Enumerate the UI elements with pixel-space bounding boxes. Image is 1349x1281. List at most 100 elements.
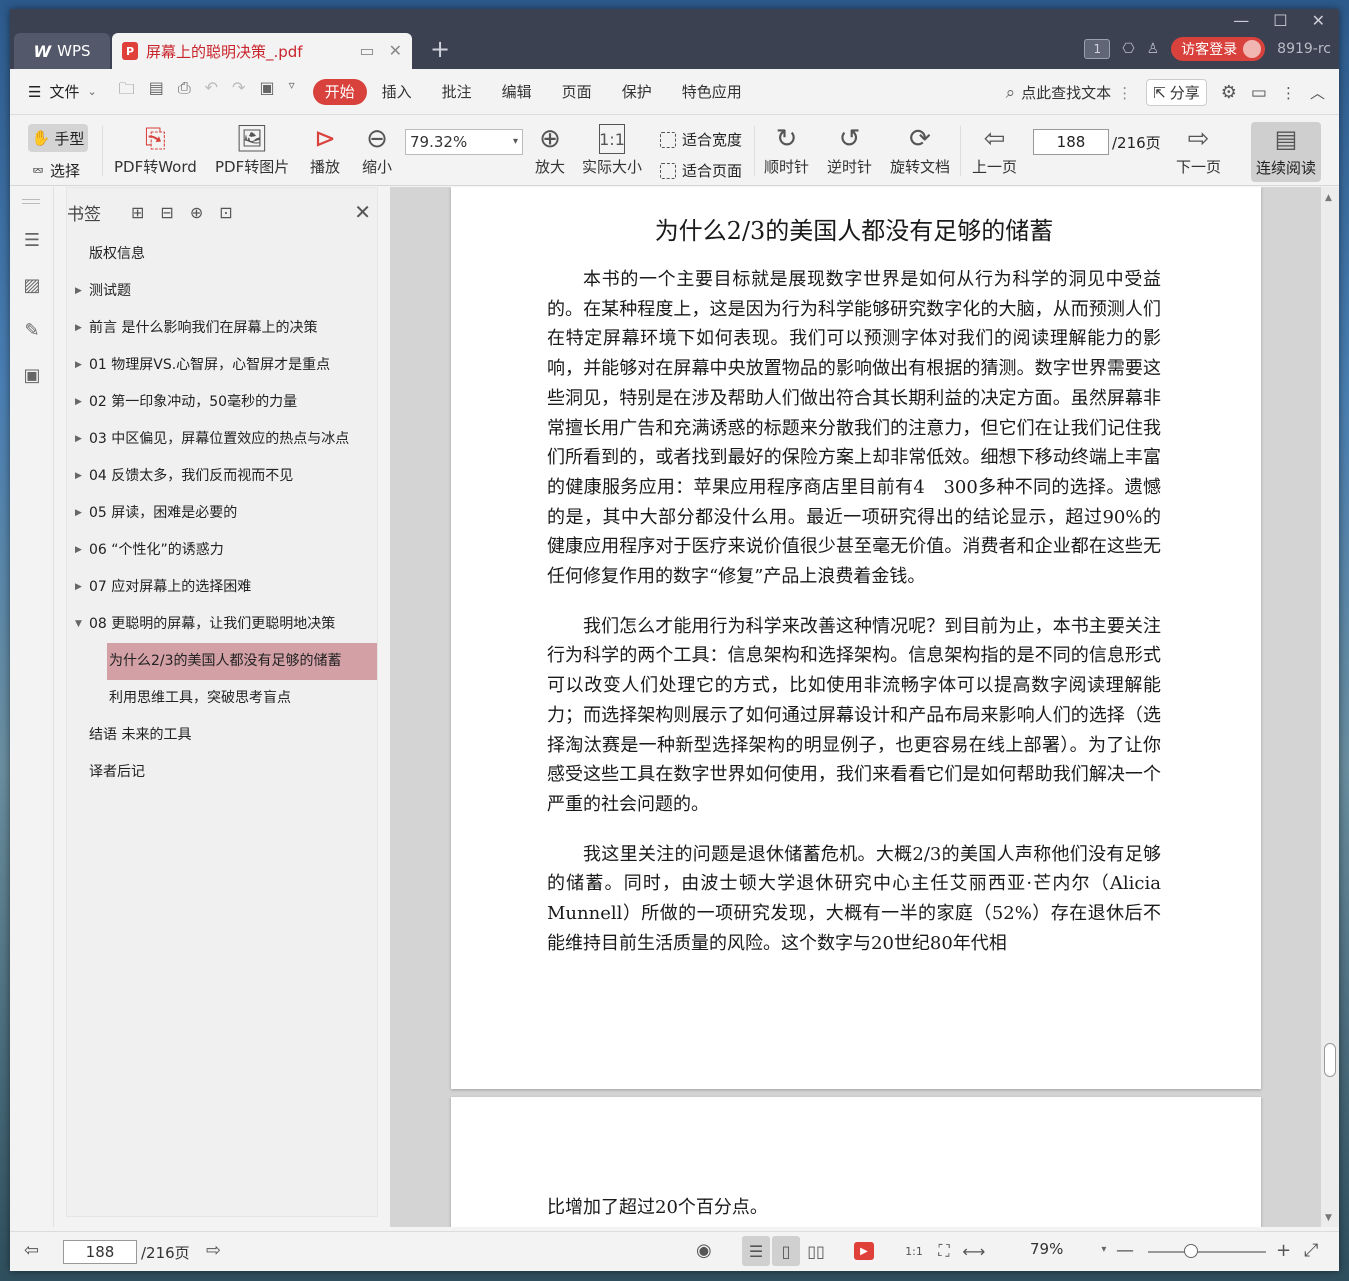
image-extract-icon[interactable]: ▣ <box>21 364 43 386</box>
expand-arrow-icon[interactable]: ▶ <box>75 458 85 495</box>
bookmark-item[interactable]: ▶ 06 “个性化”的诱惑力 <box>67 532 377 569</box>
fit-page-button[interactable]: 适合页面 <box>660 160 742 181</box>
guest-login-button[interactable]: 访客登录 <box>1171 37 1266 61</box>
tab-special[interactable]: 特色应用 <box>667 79 757 105</box>
next-page-button[interactable]: ⇨ 下一页 <box>1176 122 1221 177</box>
zoom-out-button[interactable]: ⊖ 缩小 <box>362 122 392 177</box>
bookmark-settings-icon[interactable]: ⊡ <box>219 203 232 222</box>
status-fit-width-button[interactable]: ⟷ <box>960 1236 988 1266</box>
print-icon[interactable]: ⎙ <box>178 78 191 105</box>
status-fit-page-button[interactable]: ⛶ <box>930 1236 958 1266</box>
tab-page[interactable]: 页面 <box>547 79 607 105</box>
maximize-icon[interactable]: ☐ <box>1273 11 1287 30</box>
continuous-read-button[interactable]: ▤ 连续阅读 <box>1251 122 1321 182</box>
bookmark-item[interactable]: ▼ 08 更聪明的屏幕，让我们更聪明地决策 <box>67 606 377 643</box>
zoom-in-button[interactable]: ⊕ 放大 <box>535 122 565 177</box>
page-number-input[interactable]: 188 <box>1033 129 1109 155</box>
bookmark-item[interactable]: ▶ 01 物理屏VS.心智屏，心智屏才是重点 <box>67 347 377 384</box>
view-continuous-button[interactable]: ☰ <box>742 1236 770 1266</box>
bookmark-item[interactable]: ▶ 02 第一印象冲动，50毫秒的力量 <box>67 384 377 421</box>
find-text-button[interactable]: ⌕ 点此查找文本 ⋮ <box>1006 82 1133 103</box>
pdf-to-image-button[interactable]: 🖼 PDF转图片 <box>215 122 289 177</box>
rotate-counter-clockwise-button[interactable]: ↺ 逆时针 <box>827 122 872 177</box>
redo-icon[interactable]: ↷ <box>232 78 245 105</box>
expand-arrow-icon[interactable]: ▶ <box>75 273 85 310</box>
scrollbar-thumb[interactable] <box>1324 1043 1336 1077</box>
tab-protect[interactable]: 保护 <box>607 79 667 105</box>
export-image-icon[interactable]: ▣ <box>259 78 274 105</box>
cloud-sync-icon[interactable]: ⎔ <box>1122 41 1134 57</box>
open-folder-icon[interactable]: 🗀 <box>119 78 135 105</box>
bookmark-list-icon[interactable]: ☰ <box>21 229 43 251</box>
hand-tool-button[interactable]: ✋ 手型 <box>28 124 88 152</box>
window-count-badge[interactable]: 1 <box>1084 39 1111 59</box>
save-icon[interactable]: ▤ <box>149 78 164 105</box>
status-zoom-out-button[interactable]: — <box>1116 1240 1134 1261</box>
scroll-up-icon[interactable]: ▲ <box>1325 193 1332 203</box>
status-zoom-in-button[interactable]: + <box>1276 1240 1291 1261</box>
bookmark-item[interactable]: 结语 未来的工具 <box>67 717 377 754</box>
close-panel-icon[interactable]: ✕ <box>354 200 371 224</box>
status-zoom-select[interactable]: 79% ▾ <box>1030 1240 1106 1258</box>
bookmark-item[interactable]: ▶ 05 屏读，困难是必要的 <box>67 495 377 532</box>
expand-arrow-icon[interactable]: ▶ <box>75 384 85 421</box>
bookmark-item[interactable]: 版权信息 <box>67 236 377 273</box>
zoom-level-select[interactable]: 79.32% ▾ <box>405 129 523 155</box>
close-window-icon[interactable]: ✕ <box>1312 11 1325 30</box>
expand-arrow-icon[interactable]: ▶ <box>75 532 85 569</box>
collapse-ribbon-icon[interactable]: ︿ <box>1310 82 1325 103</box>
expand-arrow-icon[interactable]: ▶ <box>75 495 85 532</box>
expand-arrow-icon[interactable]: ▶ <box>75 347 85 384</box>
expand-all-icon[interactable]: ⊞ <box>131 203 144 222</box>
fullscreen-button[interactable]: ⤢ <box>1304 1240 1318 1261</box>
tab-document[interactable]: P 屏幕上的聪明决策_.pdf ▭ ✕ <box>112 33 412 69</box>
expand-arrow-icon[interactable]: ▶ <box>75 310 85 347</box>
more-menu-icon[interactable]: ⋮ <box>1281 84 1296 102</box>
comment-icon[interactable]: ▭ <box>1251 83 1267 103</box>
pdf-to-word-button[interactable]: ⎘ PDF转Word <box>114 122 197 177</box>
undo-icon[interactable]: ↶ <box>205 78 218 105</box>
annotation-icon[interactable]: ✎ <box>21 319 43 341</box>
status-play-button[interactable]: ▶ <box>854 1242 874 1260</box>
tab-wps-home[interactable]: W WPS <box>14 33 110 69</box>
status-actual-size-button[interactable]: 1:1 <box>900 1236 928 1266</box>
bookmark-item[interactable]: ▶ 07 应对屏幕上的选择困难 <box>67 569 377 606</box>
bookmark-item-selected[interactable]: 为什么2/3的美国人都没有足够的储蓄 <box>107 643 377 680</box>
bookmark-item[interactable]: ▶ 04 反馈太多，我们反而视而不见 <box>67 458 377 495</box>
fit-width-button[interactable]: 适合宽度 <box>660 129 742 150</box>
more-quick-icon[interactable]: ▿ <box>289 78 295 105</box>
zoom-slider-knob[interactable] <box>1184 1244 1198 1258</box>
bookmark-item[interactable]: ▶ 测试题 <box>67 273 377 310</box>
close-tab-icon[interactable]: ✕ <box>389 41 402 60</box>
rotate-document-button[interactable]: ⟳ 旋转文档 <box>890 122 950 177</box>
gear-icon[interactable]: ⚙ <box>1221 82 1237 103</box>
vertical-scrollbar[interactable]: ▲ ▼ <box>1321 187 1339 1227</box>
status-page-input[interactable]: 188 <box>63 1240 137 1264</box>
collapse-arrow-icon[interactable]: ▼ <box>75 606 85 643</box>
new-tab-button[interactable]: + <box>430 37 450 61</box>
play-button[interactable]: ⊳ 播放 <box>310 122 340 177</box>
bookmark-item[interactable]: ▶ 03 中区偏见，屏幕位置效应的热点与冰点 <box>67 421 377 458</box>
bookmark-item[interactable]: 利用思维工具，突破思考盲点 <box>67 680 377 717</box>
tab-insert[interactable]: 插入 <box>367 79 427 105</box>
tab-annotate[interactable]: 批注 <box>427 79 487 105</box>
actual-size-button[interactable]: 1:1 实际大小 <box>582 122 642 177</box>
status-next-page-button[interactable]: ⇨ <box>206 1240 221 1261</box>
share-button[interactable]: ⇱ 分享 <box>1146 79 1207 106</box>
prev-page-button[interactable]: ⇦ 上一页 <box>972 122 1017 177</box>
add-bookmark-icon[interactable]: ⊕ <box>190 203 203 222</box>
view-double-page-button[interactable]: ▯▯ <box>802 1236 830 1266</box>
expand-arrow-icon[interactable]: ▶ <box>75 421 85 458</box>
status-prev-page-button[interactable]: ⇦ <box>24 1240 39 1261</box>
eye-protection-button[interactable]: ◉ <box>696 1240 712 1261</box>
zoom-slider[interactable] <box>1148 1244 1266 1258</box>
pin-tab-icon[interactable]: ▭ <box>359 41 374 60</box>
bookmark-item[interactable]: 译者后记 <box>67 754 377 791</box>
scroll-down-icon[interactable]: ▼ <box>1325 1213 1332 1223</box>
document-viewport[interactable]: 为什么2/3的美国人都没有足够的储蓄 本书的一个主要目标就是展现数字世界是如何从… <box>390 187 1339 1227</box>
tab-edit[interactable]: 编辑 <box>487 79 547 105</box>
select-tool-button[interactable]: ⮹ 选择 <box>32 160 80 181</box>
file-menu-button[interactable]: ☰ 文件 ⌄ <box>28 81 97 102</box>
thumbnail-icon[interactable]: ▨ <box>21 274 43 296</box>
tab-start[interactable]: 开始 <box>312 78 367 105</box>
